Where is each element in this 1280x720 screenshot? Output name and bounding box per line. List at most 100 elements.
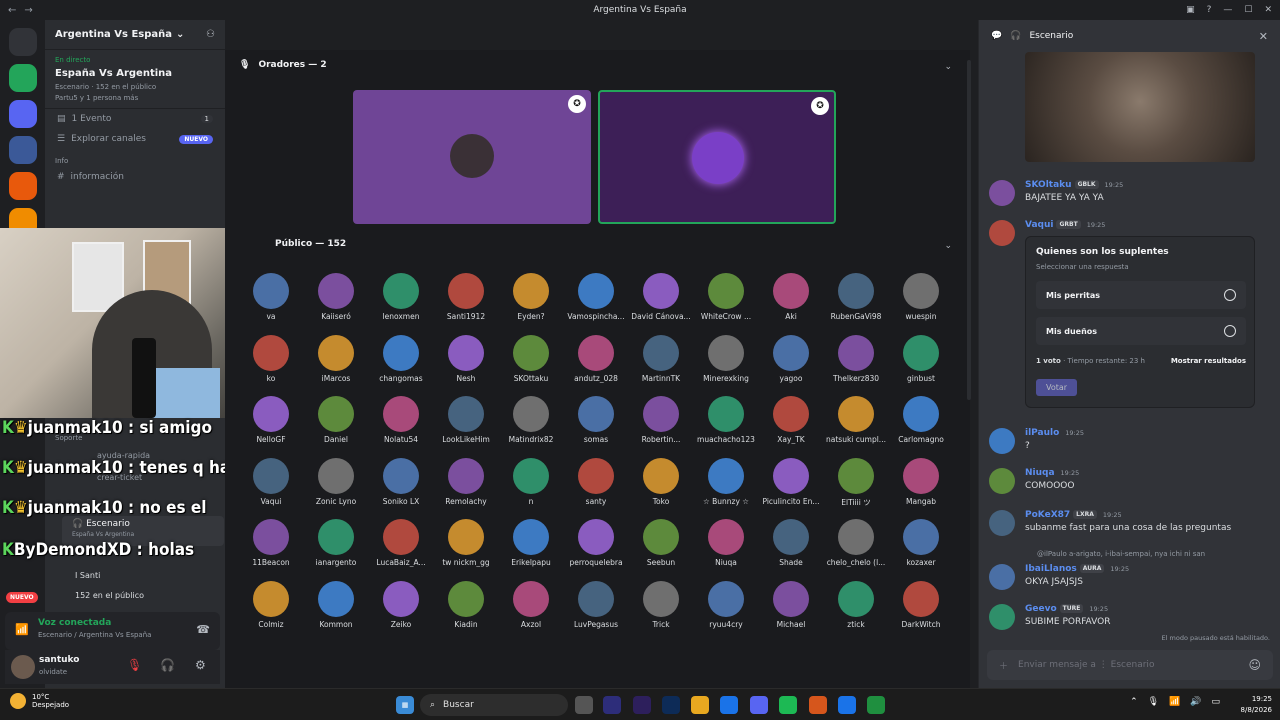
- audience-member[interactable]: Colmiz: [241, 580, 301, 629]
- search-box[interactable]: ⌕ Buscar: [420, 694, 568, 716]
- invite-icon[interactable]: ⚇: [206, 29, 215, 40]
- audience-member[interactable]: Kommon: [306, 580, 366, 629]
- audience-member[interactable]: Nesh: [436, 334, 496, 383]
- audience-member[interactable]: Xay_TK: [761, 396, 821, 444]
- author-name[interactable]: Vaqui: [1025, 220, 1053, 230]
- spotify-icon[interactable]: [779, 696, 797, 714]
- audience-member[interactable]: Vamospincha...: [566, 273, 626, 321]
- audience-member[interactable]: Vaqui: [241, 457, 301, 506]
- audience-member[interactable]: somas: [566, 396, 626, 444]
- chevron-down-icon[interactable]: ⌄: [944, 241, 952, 251]
- audience-member[interactable]: perroquelebra: [566, 519, 626, 567]
- events-row[interactable]: ▤ 1 Evento 1: [45, 109, 225, 129]
- author-name[interactable]: PoKeX87: [1025, 510, 1070, 520]
- audience-member[interactable]: Soniko LX: [371, 457, 431, 506]
- audience-member[interactable]: lenoxmen: [371, 273, 431, 321]
- folder-icon[interactable]: [691, 696, 709, 714]
- audience-member[interactable]: Piculincito En...: [761, 457, 821, 506]
- audience-member[interactable]: Toko: [631, 457, 691, 506]
- maximize-button[interactable]: ☐: [1244, 5, 1252, 15]
- audience-member[interactable]: ☆ Bunnzy ☆: [696, 457, 756, 506]
- radio[interactable]: [1224, 289, 1236, 301]
- audience-member[interactable]: Zeiko: [371, 580, 431, 629]
- message-image[interactable]: [1025, 52, 1255, 162]
- audience-member[interactable]: 11Beacon: [241, 519, 301, 567]
- system-tray[interactable]: ⌃ 🎙 📶 🔊 ▭: [1130, 697, 1220, 707]
- audience-member[interactable]: Aki: [761, 273, 821, 321]
- message-author[interactable]: SKOltaku GBLK 19:25: [1025, 180, 1123, 190]
- audience-member[interactable]: Eyden?: [501, 273, 561, 321]
- author-name[interactable]: Geevo: [1025, 604, 1057, 614]
- message-author[interactable]: IbaiLlanos AURA 19:25: [1025, 564, 1129, 574]
- premiere-icon[interactable]: [633, 696, 651, 714]
- server-icon[interactable]: [8, 100, 37, 128]
- speaker-tile[interactable]: ✪: [598, 90, 836, 224]
- audience-member[interactable]: wuespin: [891, 273, 951, 321]
- show-results-link[interactable]: Mostrar resultados: [1171, 357, 1246, 365]
- server-header[interactable]: Argentina Vs España ⌄ ⚇: [45, 20, 225, 50]
- clock[interactable]: 19:25 8/8/2026: [1241, 694, 1272, 716]
- audience-member[interactable]: chelo_chelo (l...: [826, 519, 886, 567]
- message-author[interactable]: ilPaulo 19:25: [1025, 428, 1084, 438]
- audience-member[interactable]: Thelkerz830: [826, 334, 886, 383]
- audience-member[interactable]: ginbust: [891, 334, 951, 383]
- audience-member[interactable]: Kiadin: [436, 580, 496, 629]
- audience-member[interactable]: Axzol: [501, 580, 561, 629]
- message-author[interactable]: Geevo TURE 19:25: [1025, 604, 1108, 614]
- explore-channels[interactable]: ☰ Explorar canales NUEVO: [45, 129, 225, 149]
- audience-member[interactable]: tw nickm_gg: [436, 519, 496, 567]
- audience-member[interactable]: kozaxer: [891, 519, 951, 567]
- audience-member[interactable]: SKOttaku: [501, 334, 561, 383]
- category-info[interactable]: Info: [45, 149, 225, 167]
- audience-member[interactable]: changomas: [371, 334, 431, 383]
- channel-informacion[interactable]: # información: [45, 167, 225, 187]
- audience-member[interactable]: RubenGaVi98: [826, 273, 886, 321]
- author-name[interactable]: Niuqa: [1025, 468, 1055, 478]
- chevron-down-icon[interactable]: ⌄: [944, 62, 952, 72]
- avatar[interactable]: [989, 220, 1015, 246]
- audience-member[interactable]: Carlomagno: [891, 396, 951, 444]
- audience-member[interactable]: natsuki cumpl...: [826, 396, 886, 444]
- audience-member[interactable]: Seebun: [631, 519, 691, 567]
- audience-member[interactable]: Santi1912: [436, 273, 496, 321]
- avatar[interactable]: [989, 510, 1015, 536]
- after-effects-icon[interactable]: [603, 696, 621, 714]
- audience-member[interactable]: Remolachy: [436, 457, 496, 506]
- server-icon[interactable]: [8, 136, 37, 164]
- server-icon[interactable]: [8, 64, 37, 92]
- audience-member[interactable]: andutz_028: [566, 334, 626, 383]
- audience-member[interactable]: David Cánova...: [631, 273, 691, 321]
- audience-member[interactable]: LuvPegasus: [566, 580, 626, 629]
- audience-member[interactable]: Nolatu54: [371, 396, 431, 444]
- server-icon[interactable]: [8, 172, 37, 200]
- app-icon[interactable]: [867, 696, 885, 714]
- poll-option[interactable]: Mis dueños: [1036, 317, 1246, 345]
- speakers-header[interactable]: 🎙 Oradores — 2: [239, 60, 327, 70]
- audience-member[interactable]: MartinnTK: [631, 334, 691, 383]
- photoshop-icon[interactable]: [662, 696, 680, 714]
- audience-member[interactable]: n: [501, 457, 561, 506]
- audience-member[interactable]: va: [241, 273, 301, 321]
- task-view-icon[interactable]: [575, 696, 593, 714]
- blender-icon[interactable]: [809, 696, 827, 714]
- mic-muted-icon[interactable]: 🎙: [127, 658, 142, 672]
- close-button[interactable]: ✕: [1264, 5, 1272, 15]
- speaker-tile[interactable]: ✪: [353, 90, 591, 224]
- audience-member[interactable]: ElTiiii ツ: [826, 457, 886, 508]
- gear-icon[interactable]: ⚙: [195, 658, 206, 672]
- audience-member[interactable]: ko: [241, 334, 301, 383]
- audience-member[interactable]: WhiteCrow ...: [696, 273, 756, 321]
- close-icon[interactable]: ✕: [1259, 30, 1268, 43]
- plus-icon[interactable]: ＋: [999, 659, 1008, 672]
- message-author[interactable]: Niuqa 19:25: [1025, 468, 1079, 478]
- live-stage-card[interactable]: En directo España Vs Argentina Escenario…: [45, 50, 225, 109]
- message-composer[interactable]: ＋ Enviar mensaje a ⋮ Escenario ☺: [987, 650, 1273, 680]
- avatar[interactable]: [989, 564, 1015, 590]
- avatar[interactable]: [989, 468, 1015, 494]
- avatar[interactable]: [989, 428, 1015, 454]
- chrome-icon[interactable]: [720, 696, 738, 714]
- audience-member[interactable]: Minerexking: [696, 334, 756, 383]
- audience-member[interactable]: Mangab: [891, 457, 951, 506]
- avatar[interactable]: [989, 604, 1015, 630]
- server-icon[interactable]: [8, 28, 37, 56]
